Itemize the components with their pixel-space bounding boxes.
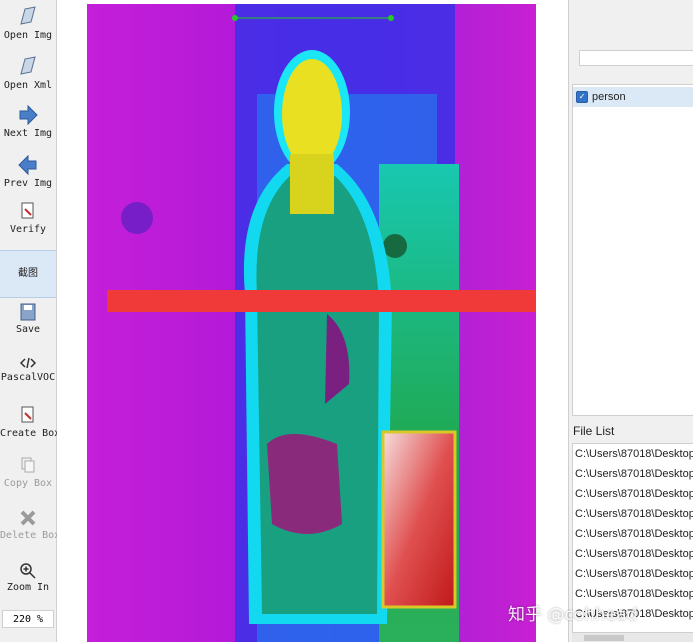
label-list: ✓ person bbox=[572, 84, 693, 416]
code-icon bbox=[19, 357, 37, 369]
folder-icon bbox=[20, 6, 36, 25]
copy-icon bbox=[21, 457, 35, 473]
toolbar: Open Img Open Xml Next Img Prev Img Veri… bbox=[0, 0, 61, 642]
verify-label: Verify bbox=[9, 224, 47, 235]
save-button[interactable]: Save bbox=[0, 302, 56, 335]
next-img-button[interactable]: Next Img bbox=[0, 104, 56, 139]
arrow-left-icon bbox=[18, 154, 37, 176]
pascal-voc-label: PascalVOC bbox=[0, 372, 56, 383]
open-xml-label: Open Xml bbox=[3, 80, 53, 91]
open-img-label: Open Img bbox=[3, 30, 53, 41]
list-item[interactable]: C:\Users\87018\Desktop\红外 bbox=[573, 464, 693, 484]
open-img-button[interactable]: Open Img bbox=[0, 4, 56, 41]
crop-label: 截图 bbox=[18, 268, 38, 279]
copy-box-button[interactable]: Copy Box bbox=[0, 456, 56, 489]
verify-button[interactable]: Verify bbox=[0, 202, 56, 235]
list-item[interactable]: C:\Users\87018\Desktop\红外 bbox=[573, 484, 693, 504]
label-item-person[interactable]: ✓ person bbox=[573, 87, 693, 107]
image-canvas[interactable] bbox=[57, 0, 568, 642]
document-edit-icon bbox=[21, 202, 34, 219]
delete-icon bbox=[20, 510, 36, 526]
save-label: Save bbox=[15, 324, 41, 335]
list-item[interactable]: C:\Users\87018\Desktop\红外 bbox=[573, 564, 693, 584]
horizontal-scrollbar[interactable] bbox=[572, 633, 693, 642]
label-filter-input[interactable] bbox=[579, 50, 693, 66]
check-icon[interactable]: ✓ bbox=[576, 91, 588, 103]
prev-img-label: Prev Img bbox=[3, 178, 53, 189]
zoom-value-field[interactable]: 220 % bbox=[2, 610, 54, 628]
crop-button[interactable]: 截图 bbox=[0, 250, 56, 298]
zoom-in-label: Zoom In bbox=[6, 582, 50, 593]
create-box-button[interactable]: Create Box bbox=[0, 406, 61, 439]
list-item[interactable]: C:\Users\87018\Desktop\红外 bbox=[573, 504, 693, 524]
copy-box-label: Copy Box bbox=[3, 478, 53, 489]
zoom-in-icon bbox=[20, 563, 36, 579]
scrollbar-thumb[interactable] bbox=[584, 635, 624, 641]
arrow-right-icon bbox=[19, 104, 38, 126]
zoom-in-button[interactable]: Zoom In bbox=[0, 562, 56, 593]
next-img-label: Next Img bbox=[3, 128, 53, 139]
file-list-title: File List bbox=[573, 424, 615, 438]
prev-img-button[interactable]: Prev Img bbox=[0, 154, 56, 189]
create-box-label: Create Box bbox=[0, 428, 61, 439]
right-panel: ✓ person File List C:\Users\87018\Deskto… bbox=[568, 0, 693, 642]
folder-icon bbox=[20, 56, 36, 75]
delete-box-button[interactable]: Delete Box bbox=[0, 508, 61, 541]
open-xml-button[interactable]: Open Xml bbox=[0, 54, 56, 91]
list-item[interactable]: C:\Users\87018\Desktop\红外 bbox=[573, 544, 693, 564]
list-item[interactable]: C:\Users\87018\Desktop\红外 bbox=[573, 524, 693, 544]
thermal-image bbox=[87, 4, 536, 642]
list-item[interactable]: C:\Users\87018\Desktop\红外 bbox=[573, 444, 693, 464]
document-edit-icon bbox=[21, 406, 34, 423]
pascal-voc-button[interactable]: PascalVOC bbox=[0, 356, 56, 383]
label-item-text: person bbox=[592, 91, 626, 103]
save-icon bbox=[20, 303, 36, 321]
watermark: 知乎 @cohhead bbox=[508, 605, 638, 625]
delete-box-label: Delete Box bbox=[0, 530, 61, 541]
